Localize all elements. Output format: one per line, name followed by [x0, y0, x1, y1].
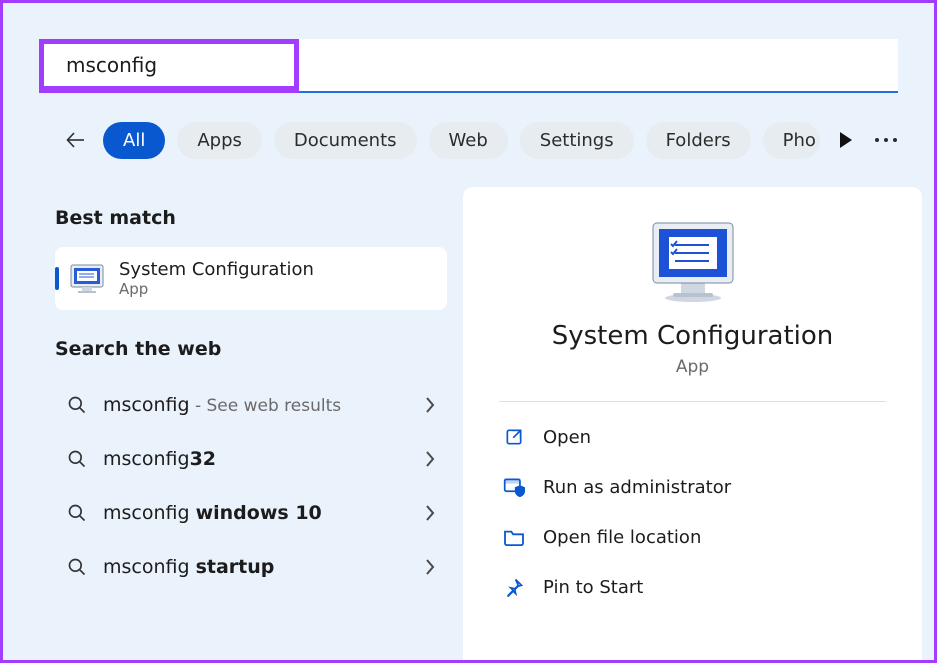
- windows-search-panel: All Apps Documents Web Settings Folders …: [0, 0, 937, 663]
- search-bar-extension: [299, 39, 898, 91]
- best-match-title: System Configuration: [119, 259, 314, 280]
- action-label: Open: [543, 427, 591, 448]
- web-result[interactable]: msconfig windows 10: [55, 486, 447, 540]
- action-open[interactable]: Open: [499, 412, 886, 462]
- filter-label: Apps: [197, 130, 242, 151]
- back-button[interactable]: [61, 125, 91, 155]
- web-results-list: msconfig - See web results msconfig32 ms…: [55, 378, 447, 594]
- arrow-left-icon: [64, 128, 88, 152]
- best-match-header: Best match: [55, 207, 447, 229]
- filter-label: Pho: [783, 130, 816, 151]
- shield-run-icon: [503, 476, 525, 498]
- filter-tab-all[interactable]: All: [103, 122, 165, 159]
- action-label: Pin to Start: [543, 577, 643, 598]
- filter-tab-photos-truncated[interactable]: Pho: [763, 122, 820, 159]
- filter-label: Documents: [294, 130, 397, 151]
- filter-tabs-row: All Apps Documents Web Settings Folders …: [61, 116, 906, 164]
- web-result[interactable]: msconfig - See web results: [55, 378, 447, 432]
- detail-subtitle: App: [499, 357, 886, 377]
- pin-icon: [503, 576, 525, 598]
- filter-tab-web[interactable]: Web: [429, 122, 508, 159]
- action-open-location[interactable]: Open file location: [499, 512, 886, 562]
- web-result-text: msconfig startup: [103, 556, 274, 578]
- chevron-right-icon: [425, 558, 435, 576]
- chevron-right-icon: [425, 396, 435, 414]
- action-pin-to-start[interactable]: Pin to Start: [499, 562, 886, 612]
- folder-icon: [503, 526, 525, 548]
- search-icon: [67, 557, 87, 577]
- web-result-text: msconfig windows 10: [103, 502, 322, 524]
- scroll-right-icon[interactable]: [840, 132, 852, 148]
- search-box-highlighted[interactable]: [39, 39, 299, 91]
- action-label: Run as administrator: [543, 477, 731, 498]
- search-input[interactable]: [66, 53, 315, 77]
- search-underline-accent: [39, 91, 898, 93]
- web-result-text: msconfig - See web results: [103, 394, 341, 416]
- filter-label: All: [123, 130, 145, 151]
- web-result[interactable]: msconfig32: [55, 432, 447, 486]
- filter-label: Web: [449, 130, 488, 151]
- system-configuration-icon: [69, 261, 105, 297]
- chevron-right-icon: [425, 450, 435, 468]
- search-icon: [67, 395, 87, 415]
- filter-label: Folders: [666, 130, 731, 151]
- search-icon: [67, 503, 87, 523]
- web-result-text: msconfig32: [103, 448, 216, 470]
- filter-tab-documents[interactable]: Documents: [274, 122, 417, 159]
- search-icon: [67, 449, 87, 469]
- action-label: Open file location: [543, 527, 701, 548]
- open-external-icon: [503, 426, 525, 448]
- results-left-column: Best match System Configuration App Sear…: [55, 195, 447, 594]
- chevron-right-icon: [425, 504, 435, 522]
- filter-tab-settings[interactable]: Settings: [520, 122, 634, 159]
- more-options-button[interactable]: [866, 133, 906, 147]
- best-match-result[interactable]: System Configuration App: [55, 247, 447, 310]
- filter-tab-folders[interactable]: Folders: [646, 122, 751, 159]
- detail-title: System Configuration: [499, 321, 886, 351]
- detail-icon-wrap: [499, 221, 886, 303]
- web-result[interactable]: msconfig startup: [55, 540, 447, 594]
- best-match-text: System Configuration App: [119, 259, 314, 298]
- system-configuration-icon-large: [647, 221, 739, 303]
- detail-preview-panel: System Configuration App Open Run as adm…: [463, 187, 922, 660]
- ellipsis-icon: [874, 137, 898, 143]
- filter-tab-apps[interactable]: Apps: [177, 122, 262, 159]
- detail-divider: [499, 401, 886, 402]
- action-run-as-admin[interactable]: Run as administrator: [499, 462, 886, 512]
- search-web-header: Search the web: [55, 338, 447, 360]
- best-match-subtitle: App: [119, 280, 314, 298]
- filter-label: Settings: [540, 130, 614, 151]
